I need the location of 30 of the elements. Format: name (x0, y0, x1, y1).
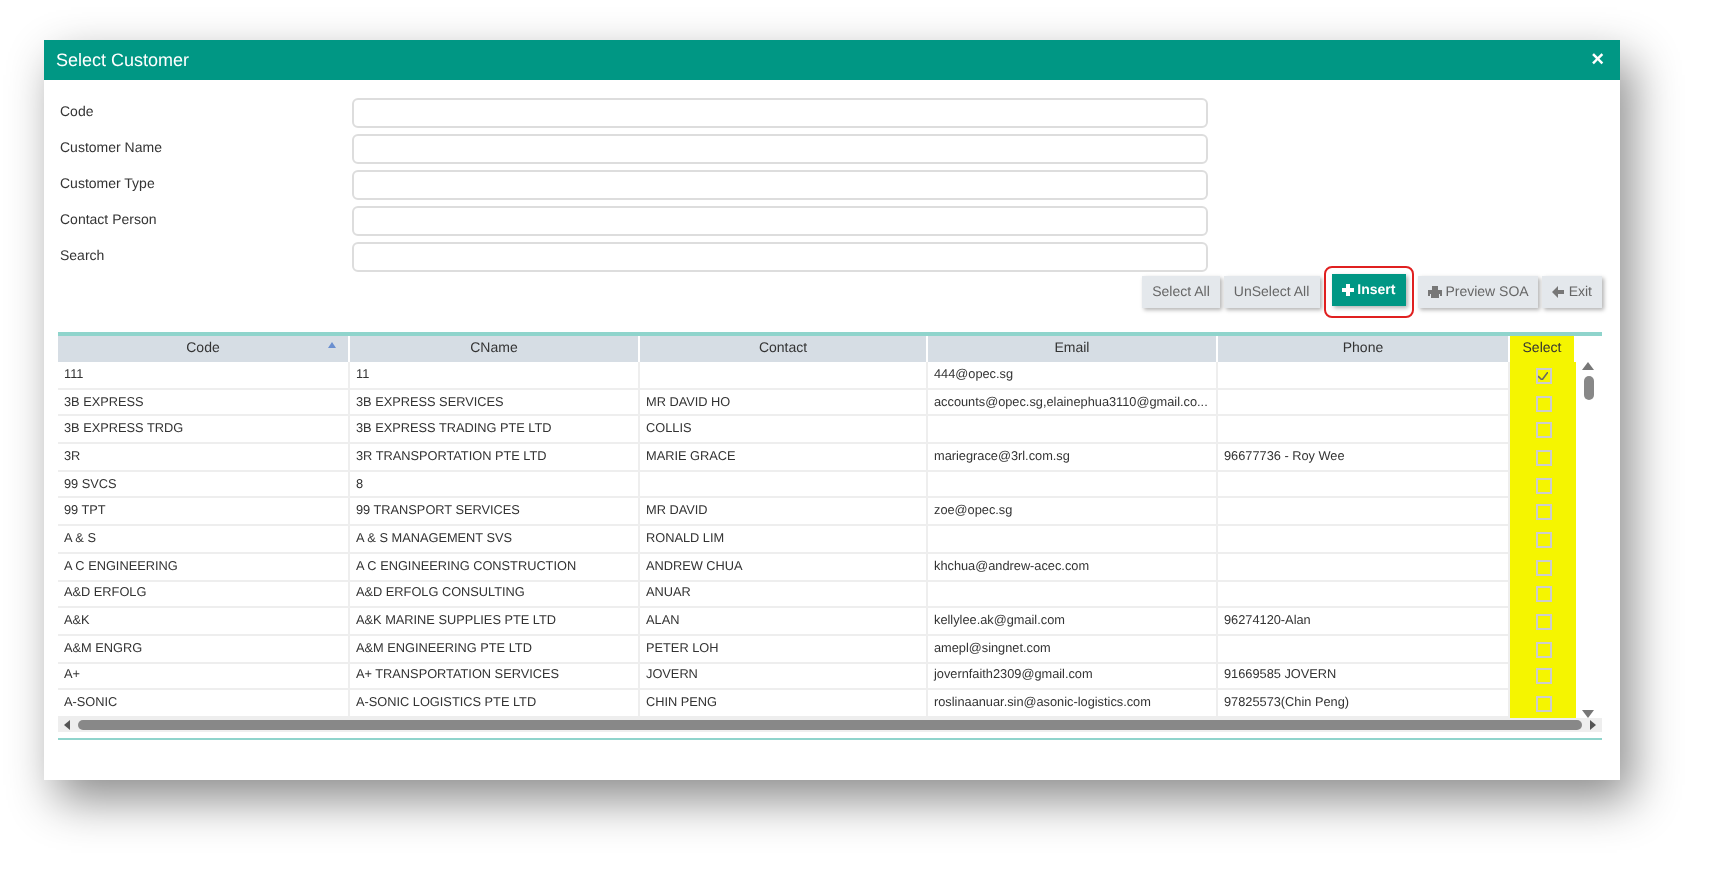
input-field[interactable] (352, 98, 1208, 128)
input-field[interactable] (352, 170, 1208, 200)
scroll-left-icon[interactable] (64, 719, 70, 730)
checkbox[interactable] (1535, 367, 1551, 384)
vertical-scrollbar[interactable] (1576, 362, 1600, 718)
scroll-thumb[interactable] (1583, 376, 1593, 400)
input-field[interactable] (352, 242, 1208, 272)
scroll-right-icon[interactable] (1590, 719, 1596, 730)
checkbox[interactable] (1535, 696, 1551, 713)
checkbox[interactable] (1535, 614, 1551, 631)
printer-icon (1427, 286, 1442, 298)
close-button[interactable]: × (1591, 48, 1604, 72)
scroll-thumb[interactable] (78, 719, 1582, 730)
checkbox[interactable] (1535, 395, 1551, 412)
checkbox[interactable] (1535, 586, 1551, 603)
checkbox[interactable] (1535, 504, 1551, 521)
plus-icon (1341, 284, 1354, 296)
scroll-up-icon[interactable] (1582, 362, 1594, 370)
sort-icon (328, 342, 336, 348)
checkbox[interactable] (1535, 668, 1551, 685)
input-field[interactable] (352, 134, 1208, 164)
checkbox[interactable] (1535, 477, 1551, 494)
input-field[interactable] (352, 206, 1208, 236)
arrow-left-icon (1552, 286, 1565, 298)
checkbox[interactable] (1535, 559, 1551, 576)
checkbox[interactable] (1535, 641, 1551, 658)
checkbox[interactable] (1535, 449, 1551, 466)
checkbox[interactable] (1535, 531, 1551, 548)
dialog-title: Select Customer (56, 50, 190, 70)
checkbox[interactable] (1535, 422, 1551, 439)
